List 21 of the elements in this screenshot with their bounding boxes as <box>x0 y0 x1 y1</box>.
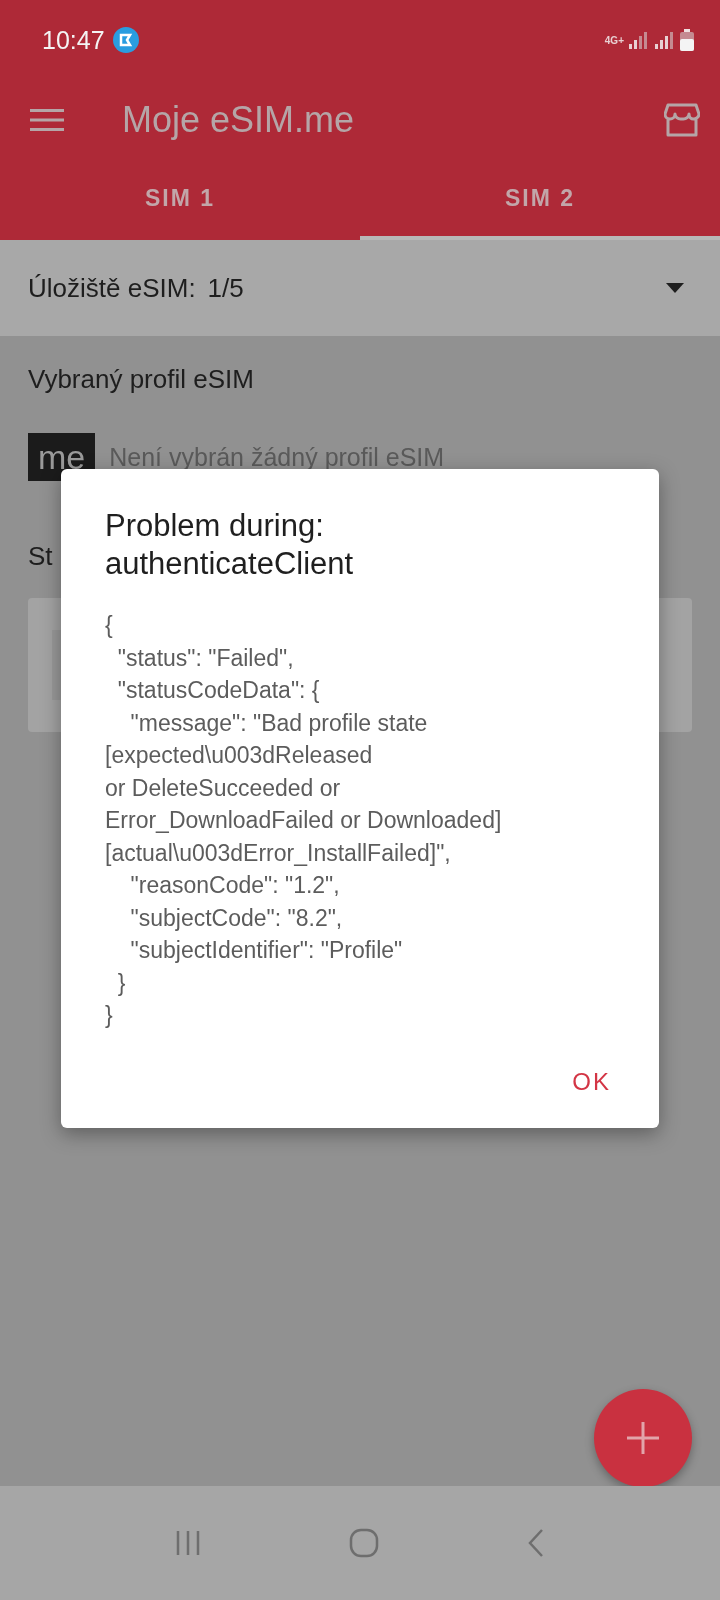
add-button[interactable] <box>594 1389 692 1487</box>
sim-tab[interactable]: SIM 1 <box>0 160 360 240</box>
signal-icon <box>628 30 648 50</box>
home-icon <box>349 1528 379 1558</box>
storage-value: 1/5 <box>207 272 244 304</box>
network-type: 4G+ <box>604 34 624 46</box>
status-time: 10:47 <box>42 25 105 55</box>
section-title: St <box>28 541 53 572</box>
store-icon[interactable] <box>664 103 700 137</box>
ok-button[interactable]: OK <box>564 1055 619 1108</box>
app-title: Moje eSIM.me <box>122 99 355 141</box>
plus-icon <box>627 1422 659 1454</box>
dialog-title: Problem during: authenticateClient <box>104 507 355 583</box>
signal-icon <box>654 30 674 50</box>
app-notification-icon <box>112 27 139 53</box>
storage-label: Úložiště eSIM: <box>28 272 196 304</box>
section-title: Vybraný profil eSIM <box>28 364 255 395</box>
dropdown-caret-icon[interactable] <box>666 283 684 293</box>
battery-icon <box>680 29 694 51</box>
dialog-message: { "status": "Failed", "statusCodeData": { "message": "Bad profile state [expected\u003dReleased or DeleteSucceeded or Error_DownloadFailed or Downloaded] [actual\u003dError_InstallFailed]", "reasonCode": "1.2", "subjectCode": "8.2", "subjectIdentifier": "Profile" } } <box>104 611 503 1030</box>
menu-icon[interactable] <box>30 108 64 132</box>
